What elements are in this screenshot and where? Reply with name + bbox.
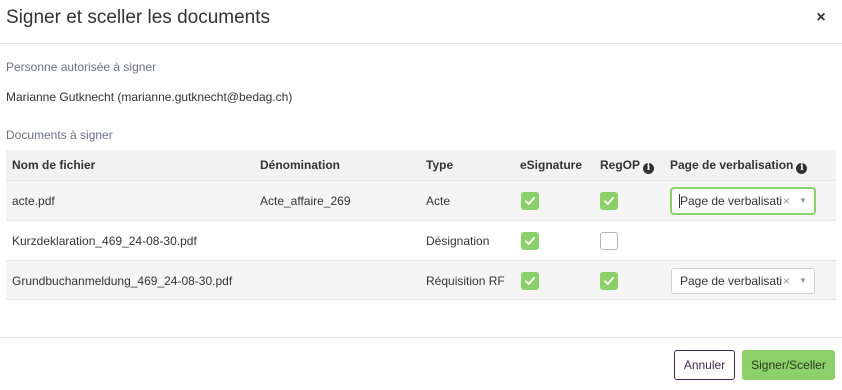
esignature-checkbox[interactable]: [521, 192, 539, 210]
dialog-header: Signer et sceller les documents ×: [0, 0, 842, 44]
info-circle-icon[interactable]: i: [796, 163, 808, 174]
esignature-checkbox[interactable]: [521, 272, 539, 290]
regop-checkbox[interactable]: [600, 192, 618, 210]
documents-table: Nom de fichier Dénomination Type eSignat…: [6, 150, 836, 300]
check-icon: [604, 277, 614, 285]
row-type: Acte: [426, 194, 451, 208]
verbalisation-select[interactable]: Page de verbalisation × ▼: [671, 268, 815, 294]
column-header-type: Type: [426, 158, 454, 172]
info-circle-icon[interactable]: i: [643, 163, 655, 174]
signer-name: Marianne Gutknecht (marianne.gutknecht@b…: [6, 90, 293, 104]
table-row: Kurzdeklaration_469_24-08-30.pdf Désigna…: [6, 220, 836, 260]
dialog-title: Signer et sceller les documents: [6, 7, 271, 28]
check-icon: [525, 197, 535, 205]
chevron-down-icon[interactable]: ▼: [799, 189, 807, 213]
column-header-verbalisation: Page de verbalisation i: [670, 150, 808, 180]
row-filename: Grundbuchanmeldung_469_24-08-30.pdf: [12, 274, 233, 288]
column-header-regop-label: RegOP: [600, 158, 641, 172]
row-type: Désignation: [426, 234, 490, 248]
row-denomination: Acte_affaire_269: [260, 194, 351, 208]
clear-icon[interactable]: ×: [783, 269, 790, 293]
verbalisation-select[interactable]: Page de verbalisation × ▼: [671, 188, 815, 214]
column-header-regop: RegOP i: [600, 150, 655, 180]
column-header-filename: Nom de fichier: [12, 158, 96, 172]
check-icon: [525, 237, 535, 245]
verbalisation-select-value: Page de verbalisation: [680, 274, 782, 288]
footer-divider: [0, 337, 842, 338]
verbalisation-select-value: Page de verbalisation: [680, 194, 782, 208]
regop-checkbox[interactable]: [600, 232, 618, 250]
clear-icon[interactable]: ×: [783, 189, 790, 213]
documents-section-label: Documents à signer: [6, 128, 113, 142]
row-filename: acte.pdf: [12, 194, 55, 208]
signer-section-label: Personne autorisée à signer: [6, 60, 157, 74]
chevron-down-icon[interactable]: ▼: [799, 269, 807, 293]
column-header-verbalisation-label: Page de verbalisation: [670, 158, 794, 172]
regop-checkbox[interactable]: [600, 272, 618, 290]
check-icon: [525, 277, 535, 285]
column-header-denomination: Dénomination: [260, 158, 340, 172]
table-row: acte.pdf Acte_affaire_269 Acte Page de v…: [6, 180, 836, 220]
row-type: Réquisition RF: [426, 274, 505, 288]
table-row: Grundbuchanmeldung_469_24-08-30.pdf Réqu…: [6, 260, 836, 300]
esignature-checkbox[interactable]: [521, 232, 539, 250]
column-header-esignature: eSignature: [520, 158, 583, 172]
sign-seal-button[interactable]: Signer/Sceller: [742, 350, 835, 380]
row-filename: Kurzdeklaration_469_24-08-30.pdf: [12, 234, 197, 248]
close-icon[interactable]: ×: [812, 9, 830, 27]
check-icon: [604, 197, 614, 205]
table-header: Nom de fichier Dénomination Type eSignat…: [6, 150, 836, 180]
cancel-button[interactable]: Annuler: [674, 350, 735, 380]
